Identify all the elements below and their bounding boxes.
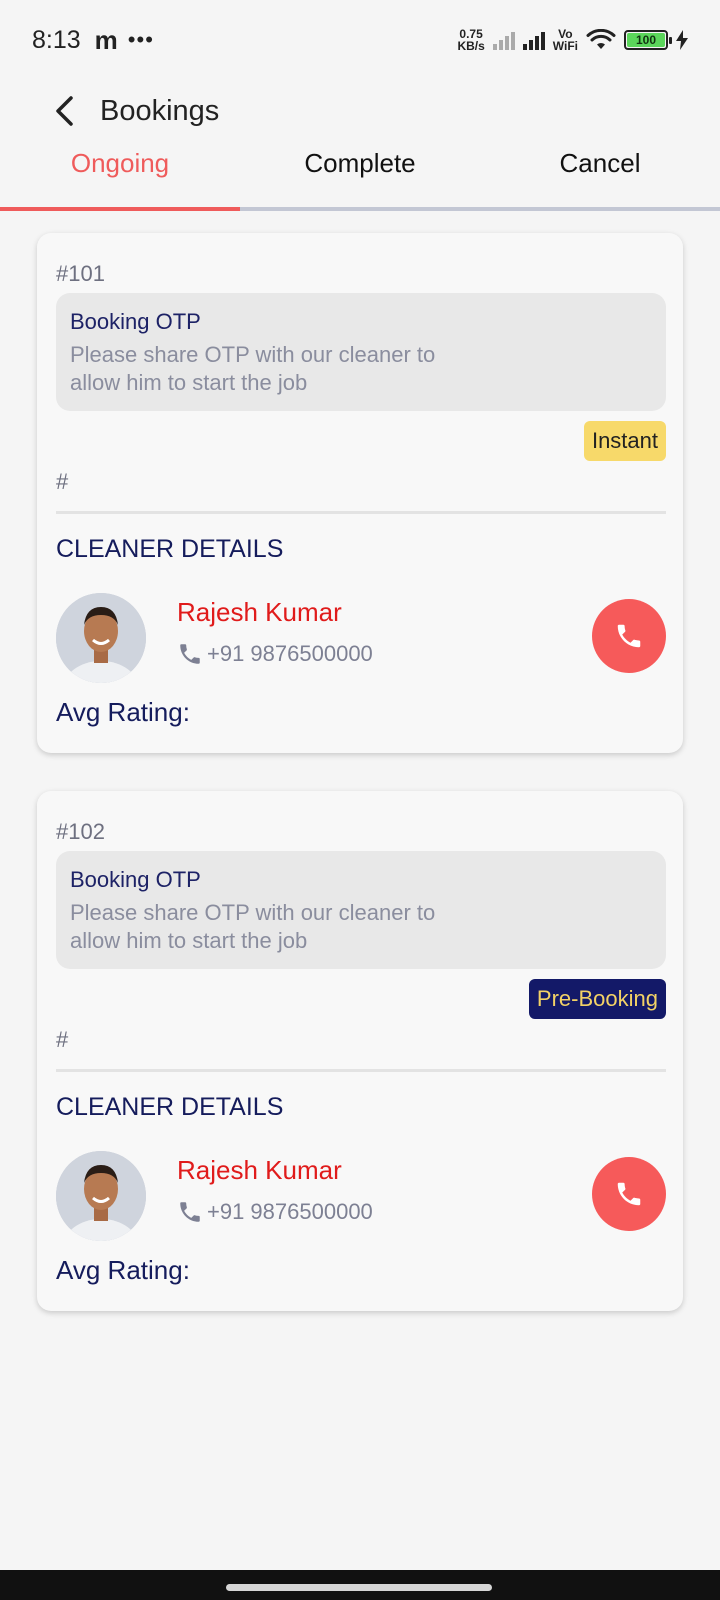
back-button[interactable] [44,91,84,131]
phone-row: +91 9876500000 [177,641,373,667]
cleaner-name: Rajesh Kumar [177,1155,342,1185]
network-speed: 0.75 KB/s [457,28,484,52]
phone-icon [180,1202,200,1222]
avg-rating-label: Avg Rating: [56,697,190,727]
phone-row: +91 9876500000 [177,1199,373,1225]
booking-hash: # [56,469,69,494]
divider [56,511,666,514]
booking-card[interactable]: #102 Booking OTP Please share OTP with o… [37,791,683,1311]
carrier-icon: m [94,24,118,55]
booking-hash: # [56,1027,69,1052]
battery-icon: 100 [624,30,672,50]
cleaner-details-title: CLEANER DETAILS [56,535,284,563]
wifi-icon [586,29,616,49]
tab-complete[interactable]: Complete [240,142,480,212]
tab-underline [0,207,720,211]
overflow-icon: ••• [127,27,154,52]
phone-call-icon [617,624,641,648]
signal-2-icon [522,30,545,50]
signal-1-icon [492,30,515,50]
otp-box: Booking OTP Please share OTP with our cl… [56,293,666,411]
avatar-image [56,593,146,683]
call-button[interactable] [592,599,666,673]
status-indicators: 0.75 KB/s Vo WiFi 100 [457,28,688,52]
tab-cancel[interactable]: Cancel [480,142,720,212]
call-button[interactable] [592,1157,666,1231]
phone-call-icon [617,1182,641,1206]
phone-number: +91 9876500000 [207,1199,373,1224]
app-bar: Bookings [0,80,720,142]
status-time: 8:13 [32,25,81,54]
avatar [56,593,146,683]
phone-number: +91 9876500000 [207,641,373,666]
otp-description: Please share OTP with our cleaner to all… [70,900,436,953]
cleaner-name: Rajesh Kumar [177,597,342,627]
battery-level: 100 [627,33,665,47]
vowifi-label-wifi: WiFi [552,39,578,53]
avatar [56,1151,146,1241]
tab-active-indicator [0,207,240,211]
back-arrow-icon [56,96,73,126]
status-bar: 8:13 m ••• 0.75 KB/s Vo WiFi 100 [0,0,720,80]
booking-tabs: Ongoing Complete Cancel [0,142,720,212]
otp-title: Booking OTP [70,867,201,892]
tab-ongoing[interactable]: Ongoing [0,142,240,212]
cleaner-details-title: CLEANER DETAILS [56,1093,284,1121]
booking-card[interactable]: #101 Booking OTP Please share OTP with o… [37,233,683,753]
vowifi-icon: Vo WiFi [553,28,578,52]
network-speed-unit: KB/s [457,39,485,53]
avg-rating-label: Avg Rating: [56,1255,190,1285]
avatar-image [56,1151,146,1241]
charging-icon [676,30,688,50]
otp-box: Booking OTP Please share OTP with our cl… [56,851,666,969]
otp-description: Please share OTP with our cleaner to all… [70,342,436,395]
otp-title: Booking OTP [70,309,201,334]
booking-type-badge: Instant [583,421,666,461]
divider [56,1069,666,1072]
page-title: Bookings [100,94,220,127]
booking-type-badge: Pre-Booking [528,979,666,1019]
booking-id: #101 [56,261,105,286]
home-gesture-handle[interactable] [226,1584,492,1591]
phone-icon [180,644,200,664]
booking-id: #102 [56,819,105,844]
